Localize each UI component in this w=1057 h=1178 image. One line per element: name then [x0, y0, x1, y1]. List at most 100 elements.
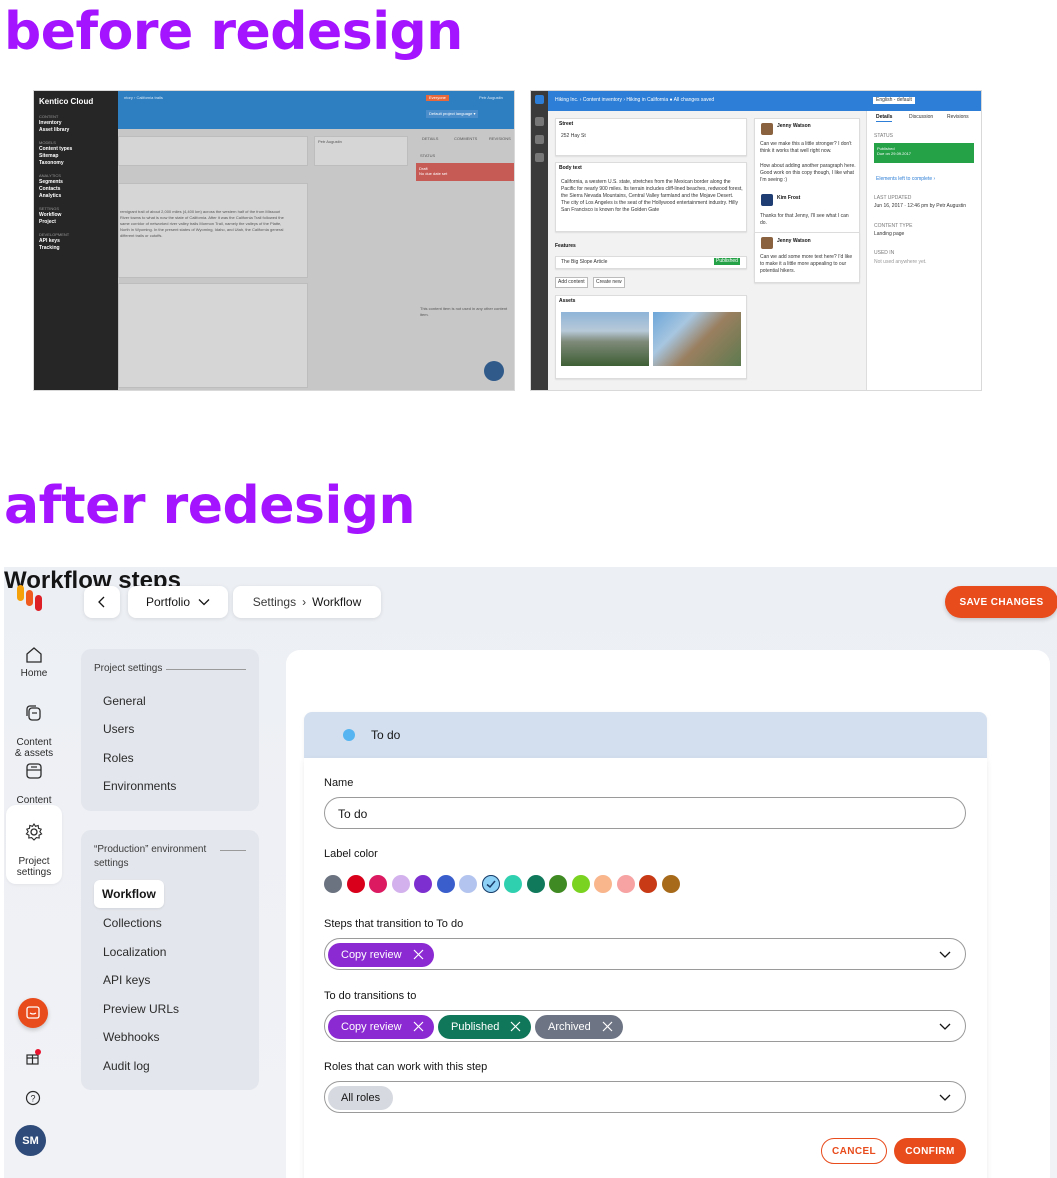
color-swatch[interactable]: [369, 875, 387, 893]
old2-tab-revisions[interactable]: Revisions: [947, 114, 969, 121]
old-sidebar-item[interactable]: Contacts: [39, 186, 113, 193]
old-breadcrumb: ntory › California trails: [124, 95, 163, 100]
old-sidebar-item[interactable]: Asset library: [39, 127, 113, 134]
old2-create-new-button[interactable]: Create new: [593, 277, 625, 288]
new-screenshot: Home Content & assets Content model Proj…: [4, 567, 1057, 1178]
feedback-button[interactable]: [18, 998, 48, 1028]
color-swatch[interactable]: [324, 875, 342, 893]
color-swatch[interactable]: [661, 875, 680, 893]
help-icon[interactable]: ?: [25, 1090, 41, 1106]
step-tag[interactable]: Copy review: [328, 943, 434, 967]
settings-item-roles[interactable]: Roles: [103, 751, 134, 765]
role-tag-all[interactable]: All roles: [328, 1086, 394, 1110]
logo-icon[interactable]: [17, 585, 51, 613]
old-sidebar-item[interactable]: Analytics: [39, 193, 113, 200]
old-chat-fab[interactable]: [484, 361, 504, 381]
old2-elements-left-link[interactable]: Elements left to complete ›: [876, 176, 935, 183]
save-changes-button[interactable]: SAVE CHANGES: [945, 586, 1057, 618]
old2-comment-text: Thanks for that Jenny, I'll see what I c…: [760, 213, 849, 226]
old-sidebar-item[interactable]: API keys: [39, 238, 113, 245]
settings-item-api-keys[interactable]: API keys: [103, 973, 150, 987]
settings-item-localization[interactable]: Localization: [103, 945, 166, 959]
old-sidebar-item[interactable]: Workflow: [39, 212, 113, 219]
old-status-sub: No due date set: [419, 171, 448, 176]
nav-content-assets[interactable]: Content & assets: [4, 692, 64, 759]
old2-tab-discussion[interactable]: Discussion: [909, 114, 933, 121]
old-tab[interactable]: REVISIONS: [489, 136, 511, 142]
color-swatch[interactable]: [436, 875, 455, 893]
avatar[interactable]: SM: [15, 1125, 46, 1156]
confirm-button[interactable]: CONFIRM: [894, 1138, 966, 1164]
color-swatch[interactable]: [616, 875, 635, 893]
back-button[interactable]: [84, 586, 120, 618]
transition-in-select[interactable]: Copy review: [324, 938, 966, 970]
settings-item-environments[interactable]: Environments: [103, 779, 176, 793]
color-swatch[interactable]: [594, 875, 612, 893]
divider: [220, 850, 246, 851]
remove-tag-icon[interactable]: [413, 948, 424, 963]
color-swatch[interactable]: [459, 875, 477, 893]
color-swatch[interactable]: [346, 875, 365, 893]
old-sidebar-item[interactable]: Sitemap: [39, 153, 113, 160]
remove-tag-icon[interactable]: [510, 1020, 521, 1035]
nav-home[interactable]: Home: [4, 645, 64, 679]
transition-out-select[interactable]: Copy review Published Archived: [324, 1010, 966, 1042]
settings-item-audit-log[interactable]: Audit log: [103, 1059, 150, 1073]
color-swatch[interactable]: [526, 875, 545, 893]
color-swatch[interactable]: [639, 875, 657, 893]
remove-tag-icon[interactable]: [413, 1020, 424, 1035]
old-sidebar-item[interactable]: Content types: [39, 146, 113, 153]
nav-project-settings[interactable]: Project settings: [6, 805, 62, 884]
old-sidebar-group: SETTINGS: [39, 206, 60, 211]
old2-language-select[interactable]: English - default: [873, 97, 915, 104]
old2-add-content-button[interactable]: Add content: [555, 277, 588, 288]
settings-item-collections[interactable]: Collections: [103, 916, 162, 930]
color-swatch[interactable]: [549, 875, 567, 893]
old2-asset-photo[interactable]: [653, 312, 741, 366]
remove-tag-icon[interactable]: [602, 1020, 613, 1035]
breadcrumb-settings[interactable]: Settings: [253, 595, 296, 609]
nav-project-settings-label: Project settings: [16, 856, 52, 878]
color-swatch[interactable]: [391, 875, 410, 893]
step-tag[interactable]: Copy review: [328, 1015, 434, 1039]
name-field[interactable]: To do: [324, 797, 966, 829]
color-swatch[interactable]: [414, 875, 432, 893]
color-swatch[interactable]: [481, 875, 500, 893]
old-tab[interactable]: COMMENTS: [454, 136, 477, 142]
old-sidebar-item[interactable]: Inventory: [39, 120, 113, 127]
gift-icon[interactable]: [24, 1048, 42, 1066]
old-status-box[interactable]: Draft No due date set: [416, 163, 514, 181]
old2-status-sub: Due on 29.09.2017: [877, 151, 912, 156]
before-heading: before redesign: [4, 2, 463, 62]
step-tag[interactable]: Published: [438, 1015, 532, 1039]
project-switcher[interactable]: Portfolio: [128, 586, 228, 618]
old2-body-text[interactable]: California, a western U.S. state, stretc…: [561, 179, 743, 214]
old-sidebar-item[interactable]: Tracking: [39, 245, 113, 252]
step-tag[interactable]: Archived: [535, 1015, 623, 1039]
settings-item-preview-urls[interactable]: Preview URLs: [103, 1002, 179, 1016]
gear-icon: [25, 822, 43, 841]
old-language[interactable]: Default project language ▾: [426, 110, 479, 118]
old2-tab-details[interactable]: Details: [876, 114, 893, 122]
color-swatch[interactable]: [504, 875, 522, 893]
old2-comment-text: Can we make this a little stronger? I do…: [760, 141, 852, 154]
settings-item-general[interactable]: General: [103, 694, 146, 708]
roles-select[interactable]: All roles: [324, 1081, 966, 1113]
chevron-down-icon: [939, 951, 951, 958]
old-sidebar-item[interactable]: Taxonomy: [39, 160, 113, 167]
old-sidebar-item[interactable]: Project: [39, 219, 113, 226]
old-tab[interactable]: DETAILS: [422, 136, 438, 142]
old2-asset-photo[interactable]: [561, 312, 649, 366]
environment-settings-heading: “Production” environment settings: [94, 844, 207, 869]
settings-item-webhooks[interactable]: Webhooks: [103, 1030, 159, 1044]
old2-status-box[interactable]: Published Due on 29.09.2017: [874, 143, 974, 163]
cancel-button[interactable]: CANCEL: [821, 1138, 887, 1164]
workflow-step-header[interactable]: To do: [304, 712, 987, 758]
color-swatch[interactable]: [571, 875, 590, 893]
old2-street-value[interactable]: 252 Hay St: [561, 133, 586, 140]
old2-comment-author: Kim Frost: [777, 195, 801, 201]
old-sidebar-item[interactable]: Segments: [39, 179, 113, 186]
transition-in-label: Steps that transition to To do: [324, 918, 464, 930]
settings-item-workflow[interactable]: Workflow: [94, 880, 164, 908]
settings-item-users[interactable]: Users: [103, 722, 134, 736]
